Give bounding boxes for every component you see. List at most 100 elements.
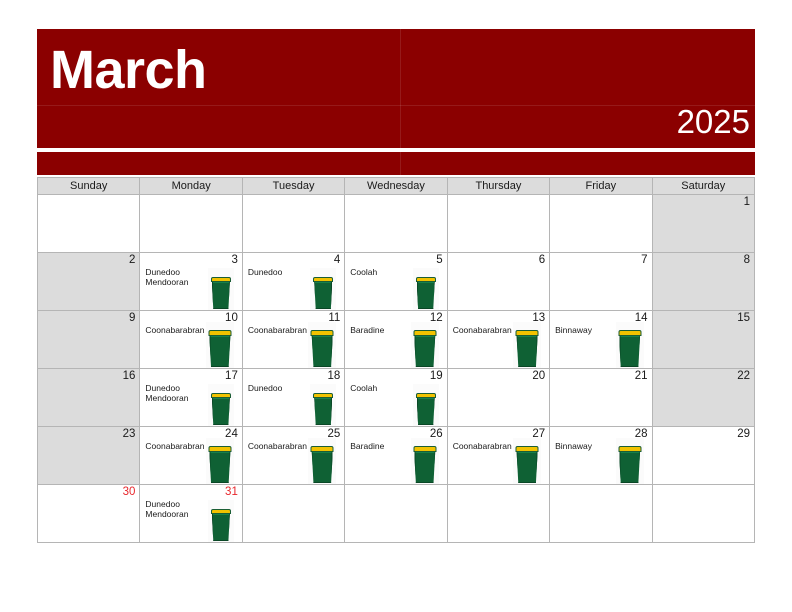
calendar-day-cell[interactable]: 30 [36,484,141,543]
day-cell-inner: 1 [653,195,754,252]
calendar-day-cell[interactable]: 6 [446,252,551,311]
day-cell-inner: 18 Dunedoo [243,369,344,426]
day-cell-inner: 26 Baradine [345,427,446,484]
calendar-day-cell[interactable]: 4 Dunedoo [241,252,346,311]
day-cell-inner: 13 Coonabarabran [448,311,549,368]
day-cell-inner: 8 [653,253,754,310]
bin-graphic [210,509,231,541]
calendar-day-cell[interactable]: 26 Baradine [344,426,448,485]
calendar-week-row: 23 24 Coonabarabran 25 Coonabarabran 26 Baradi… [36,426,756,485]
collection-town-label: Binnaway [555,325,592,335]
calendar-day-cell[interactable]: 18 Dunedoo [241,368,346,427]
bin-body [209,336,231,367]
calendar-empty-cell [139,194,243,253]
calendar-day-cell[interactable]: 24 Coonabarabran [139,426,243,485]
day-number: 9 [129,312,136,324]
bin-body [414,336,436,367]
day-number: 18 [327,370,341,382]
bin-ridge [212,398,229,399]
calendar-day-cell[interactable]: 8 [651,252,756,311]
calendar-day-cell[interactable]: 25 Coonabarabran [241,426,346,485]
bin-ridge [517,336,537,337]
calendar-day-cell[interactable]: 20 [446,368,551,427]
calendar-day-cell[interactable]: 1 [651,194,756,253]
calendar-grid: Sunday Monday Tuesday Wednesday Thursday Frid… [36,177,756,543]
calendar-empty-cell [344,484,448,543]
calendar-day-cell[interactable]: 22 [651,368,756,427]
day-number: 22 [737,370,750,382]
calendar-day-cell[interactable]: 21 [549,368,653,427]
bin-graphic [413,330,437,367]
bin-ridge [620,336,640,337]
day-number: 21 [634,370,648,382]
waste-bin-icon [410,438,439,484]
day-cell-inner: 28 Binnaway [550,427,651,484]
bin-graphic [415,277,436,309]
calendar-day-cell[interactable]: 29 [651,426,756,485]
day-cell-inner: 23 [38,427,139,484]
calendar-day-cell[interactable]: 3 Dunedoo Mendooran [139,252,243,311]
calendar-day-cell[interactable]: 17 Dunedoo Mendooran [139,368,243,427]
calendar-day-cell[interactable]: 15 [651,310,756,369]
day-cell-inner: 25 Coonabarabran [243,427,344,484]
bin-ridge [210,336,230,337]
day-cell-inner: 2 [38,253,139,310]
bin-body [311,452,333,483]
bin-body [314,398,333,425]
bin-ridge [312,452,332,453]
bin-ridge [415,452,435,453]
collection-town-label: Coonabarabran [452,441,512,451]
day-number: 16 [122,370,136,382]
calendar-day-cell[interactable]: 16 [36,368,141,427]
calendar-week-row: 30 31 Dunedoo Mendooran [36,484,756,543]
bin-ridge [517,452,537,453]
day-cell-inner: 4 Dunedoo [243,253,344,310]
calendar-day-cell[interactable]: 5 Coolah [344,252,448,311]
day-cell-inner: 16 [38,369,139,426]
collection-town-label: Dunedoo Mendooran [145,267,189,287]
calendar-day-cell[interactable]: 12 Baradine [344,310,448,369]
day-cell-inner: 24 Coonabarabran [140,427,241,484]
day-cell-inner: 12 Baradine [345,311,446,368]
banner-accent-strip [37,152,755,175]
day-cell-inner: 29 [653,427,754,484]
weekday-header-row: Sunday Monday Tuesday Wednesday Thursday Frid… [36,177,756,195]
collection-town-label: Coonabarabran [145,325,205,335]
bin-graphic [310,330,334,367]
calendar-day-cell[interactable]: 27 Coonabarabran [446,426,551,485]
bin-body [414,452,436,483]
calendar-week-row: 2 3 Dunedoo Mendooran 4 Dunedoo 5 Coolah 6 7 8 [36,252,756,311]
collection-town-label: Dunedoo [247,267,283,277]
bin-ridge [315,282,332,283]
calendar-day-cell[interactable]: 7 [549,252,653,311]
calendar-day-cell[interactable]: 9 [36,310,141,369]
weekday-header-monday: Monday [139,177,243,195]
bin-graphic [208,446,232,483]
bin-graphic [210,277,231,309]
calendar-day-cell[interactable]: 19 Coolah [344,368,448,427]
weekday-header-saturday: Saturday [651,177,756,195]
calendar-day-cell[interactable]: 31 Dunedoo Mendooran [139,484,243,543]
calendar-day-cell[interactable]: 28 Binnaway [549,426,653,485]
bin-ridge [417,282,434,283]
day-cell-inner [345,485,446,542]
day-number: 15 [737,312,750,324]
day-cell-inner: 3 Dunedoo Mendooran [140,253,241,310]
calendar-day-cell[interactable]: 14 Binnaway [549,310,653,369]
calendar-empty-cell [651,484,756,543]
calendar-day-cell[interactable]: 2 [36,252,141,311]
bin-graphic [515,330,539,367]
calendar-day-cell[interactable]: 23 [36,426,141,485]
bin-graphic [618,330,642,367]
waste-bin-icon [412,268,439,310]
calendar-day-cell[interactable]: 13 Coonabarabran [446,310,551,369]
calendar-day-cell[interactable]: 10 Coonabarabran [139,310,243,369]
day-cell-inner: 19 Coolah [345,369,446,426]
day-cell-inner: 31 Dunedoo Mendooran [140,485,241,542]
collection-town-label: Baradine [350,325,385,335]
calendar-empty-cell [241,194,346,253]
calendar-day-cell[interactable]: 11 Coonabarabran [241,310,346,369]
bin-ridge [212,282,229,283]
bin-body [619,336,641,367]
day-cell-inner [345,195,446,252]
